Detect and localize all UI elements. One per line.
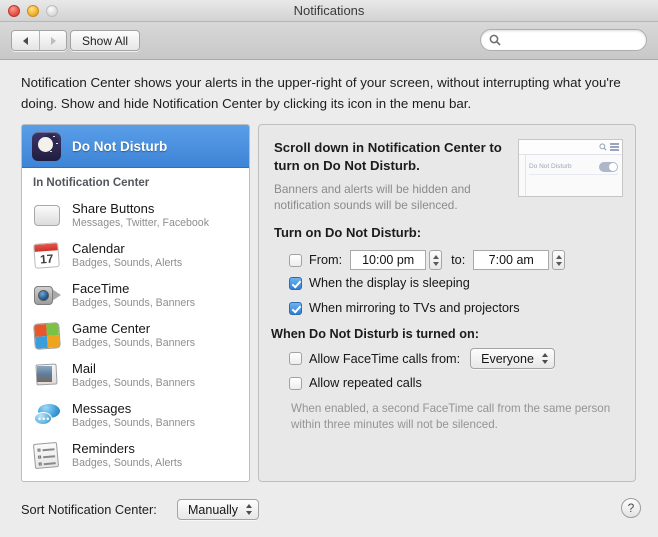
list-item-subtitle: Badges, Sounds, Banners <box>72 416 196 429</box>
list-item[interactable]: ••• Messages Badges, Sounds, Banners <box>22 395 249 435</box>
back-button[interactable] <box>12 31 39 50</box>
to-time-input[interactable] <box>473 250 550 270</box>
list-item-subtitle: Badges, Sounds, Banners <box>72 336 196 349</box>
repeated-calls-note: When enabled, a second FaceTime call fro… <box>291 402 611 431</box>
sort-order-popup[interactable]: Manually <box>177 499 260 520</box>
mirroring-label: When mirroring to TVs and projectors <box>309 301 520 315</box>
to-label: to: <box>451 253 466 267</box>
chevron-left-icon <box>23 36 28 45</box>
help-button[interactable]: ? <box>621 498 641 518</box>
window-title: Notifications <box>293 3 365 18</box>
list-item-subtitle: Badges, Sounds, Banners <box>72 296 196 309</box>
turn-on-header: Turn on Do Not Disturb: <box>274 225 422 240</box>
notification-sources-list: Do Not Disturb In Notification Center Sh… <box>21 124 250 482</box>
facetime-callers-value: Everyone <box>481 351 534 366</box>
list-item-subtitle: Badges, Sounds, Alerts <box>72 256 183 269</box>
when-on-header: When Do Not Disturb is turned on: <box>271 327 479 341</box>
repeated-calls-label: Allow repeated calls <box>309 376 422 390</box>
navigation-segmented-control <box>11 30 67 51</box>
toolbar: Show All <box>0 22 658 60</box>
sidebar-item-label: Do Not Disturb <box>72 138 168 154</box>
facetime-callers-popup[interactable]: Everyone <box>470 348 555 369</box>
search-icon <box>599 143 607 151</box>
list-item-title: Share Buttons <box>72 200 155 216</box>
panel-title: Scroll down in Notification Center to tu… <box>274 140 502 173</box>
mail-icon <box>34 361 62 389</box>
notification-center-preview: Do Not Disturb <box>518 139 623 197</box>
repeated-calls-checkbox[interactable] <box>289 376 302 390</box>
do-not-disturb-settings-panel: Scroll down in Notification Center to tu… <box>258 124 636 482</box>
display-sleeping-checkbox[interactable] <box>289 276 302 290</box>
list-item[interactable]: Game Center Badges, Sounds, Banners <box>22 315 249 355</box>
list-item-title: Messages <box>72 400 132 416</box>
list-item-title: FaceTime <box>72 280 130 296</box>
repeated-calls-row[interactable]: Allow repeated calls <box>289 376 422 390</box>
facetime-icon <box>34 281 62 309</box>
pane-description: Notification Center shows your alerts in… <box>21 75 621 111</box>
list-item-title: Game Center <box>72 320 151 336</box>
search-field[interactable] <box>480 29 647 51</box>
panel-subtitle: Banners and alerts will be hidden and no… <box>274 182 471 212</box>
preview-toggle-switch <box>599 161 618 172</box>
schedule-row: From: to: <box>289 250 566 270</box>
from-time-stepper[interactable] <box>429 250 443 270</box>
list-item-title: Mail <box>72 360 96 376</box>
list-item[interactable]: Mail Badges, Sounds, Banners <box>22 355 249 395</box>
messages-icon: ••• <box>34 401 62 429</box>
calendar-day: 17 <box>39 251 54 267</box>
moon-icon <box>32 131 61 161</box>
mirroring-checkbox[interactable] <box>289 301 302 315</box>
chevron-updown-icon <box>246 504 253 515</box>
mirroring-row[interactable]: When mirroring to TVs and projectors <box>289 301 520 315</box>
share-icon <box>34 201 62 229</box>
facetime-calls-label: Allow FaceTime calls from: <box>309 351 461 366</box>
list-item-subtitle: Badges, Sounds, Banners <box>72 376 196 389</box>
schedule-checkbox[interactable] <box>289 253 302 267</box>
display-sleeping-label: When the display is sleeping <box>309 276 470 290</box>
facetime-calls-checkbox[interactable] <box>289 352 302 365</box>
title-bar: Notifications <box>0 0 658 22</box>
list-item[interactable]: Reminders Badges, Sounds, Alerts <box>22 435 249 475</box>
list-item[interactable]: FaceTime Badges, Sounds, Banners <box>22 275 249 315</box>
list-item-subtitle: Badges, Sounds, Alerts <box>72 456 183 469</box>
list-item[interactable]: Share Buttons Messages, Twitter, Faceboo… <box>22 195 249 235</box>
chevron-updown-icon <box>541 353 548 364</box>
preview-list: Do Not Disturb <box>519 155 622 196</box>
chevron-right-icon <box>50 36 56 45</box>
list-view-icon <box>610 143 619 151</box>
show-all-button[interactable]: Show All <box>70 30 141 51</box>
reminders-icon <box>32 441 62 469</box>
game-center-icon <box>33 321 62 350</box>
display-sleeping-row[interactable]: When the display is sleeping <box>289 276 470 290</box>
sort-notification-center-label: Sort Notification Center: <box>21 502 157 517</box>
to-time-stepper[interactable] <box>552 250 566 270</box>
list-item-title: Calendar <box>72 240 125 256</box>
list-item-subtitle: Messages, Twitter, Facebook <box>72 216 209 229</box>
from-time-input[interactable] <box>350 250 427 270</box>
sort-order-value: Manually <box>188 502 239 517</box>
list-item[interactable]: 17 Calendar Badges, Sounds, Alerts <box>22 235 249 275</box>
sidebar-section-header: In Notification Center <box>33 177 150 189</box>
calendar-icon: 17 <box>33 241 62 269</box>
from-label: From: <box>309 253 343 267</box>
facetime-calls-row: Allow FaceTime calls from: Everyone <box>289 348 555 369</box>
forward-button <box>39 31 66 50</box>
search-icon <box>489 34 501 46</box>
preview-dnd-label: Do Not Disturb <box>529 163 572 170</box>
preview-toolbar <box>519 140 622 155</box>
sidebar-item-do-not-disturb[interactable]: Do Not Disturb <box>22 125 249 168</box>
list-item-title: Reminders <box>72 440 135 456</box>
preview-dnd-row: Do Not Disturb <box>529 159 618 175</box>
search-input[interactable] <box>505 33 635 47</box>
